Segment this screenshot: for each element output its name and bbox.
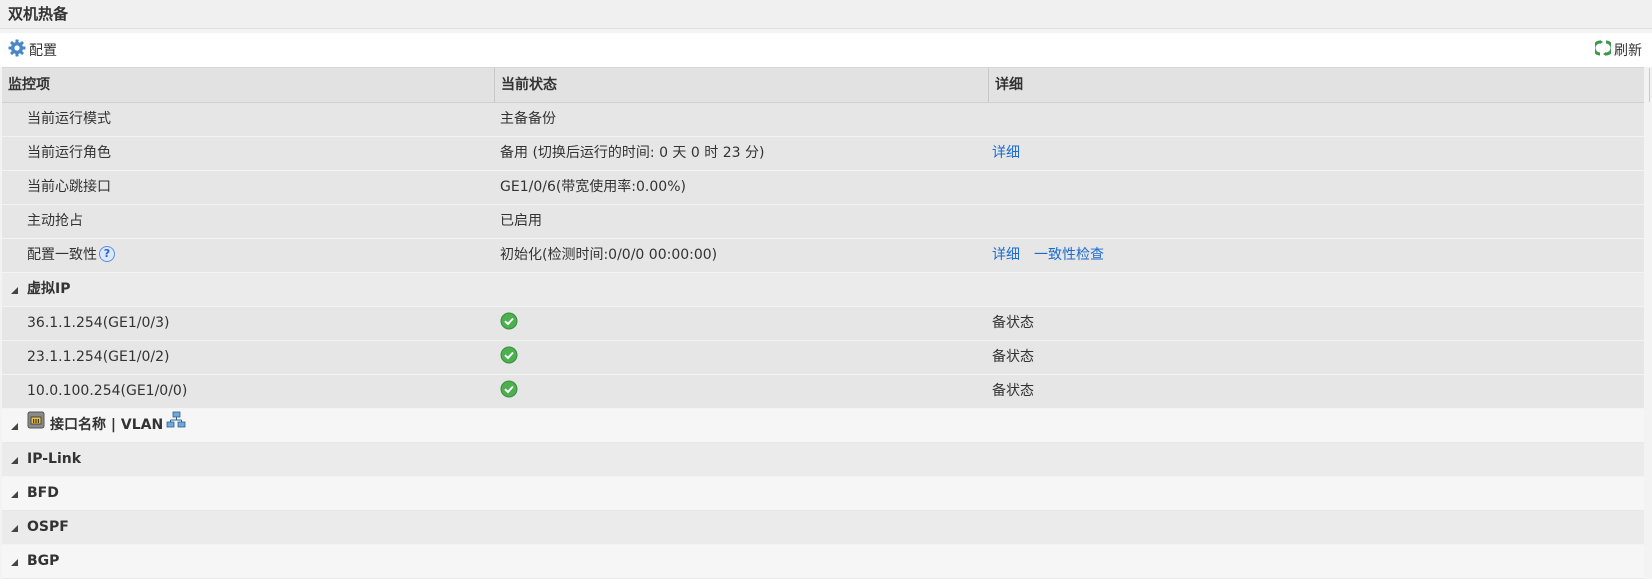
group-name: BGP [27, 553, 60, 569]
expand-arrow-icon[interactable] [11, 423, 18, 430]
group-row-interface[interactable]: 接口名称 | VLAN [2, 409, 1644, 443]
detail-link[interactable]: 详细 [992, 137, 1020, 170]
expand-arrow-icon[interactable] [11, 559, 18, 566]
page-title: 双机热备 [8, 5, 69, 23]
table-row: 36.1.1.254(GE1/0/3) 备状态 [2, 307, 1644, 341]
row-item-label: 当前运行角色 [27, 145, 111, 161]
title-bar: 双机热备 [0, 0, 1652, 29]
row-item-label: 当前心跳接口 [27, 179, 111, 195]
expand-arrow-icon[interactable] [11, 287, 18, 294]
expand-arrow-icon[interactable] [11, 525, 18, 532]
row-status-value: 备用 (切换后运行的时间: 0 天 0 时 23 分) [500, 145, 765, 161]
config-label: 配置 [29, 43, 57, 59]
table-row: 23.1.1.254(GE1/0/2) 备状态 [2, 341, 1644, 375]
column-header-detail[interactable]: 详细 [988, 68, 1650, 102]
column-header-status[interactable]: 当前状态 [494, 68, 987, 102]
row-item-cell: 配置一致性? [27, 239, 115, 272]
group-row-ospf[interactable]: OSPF [2, 511, 1644, 545]
table-row: 10.0.100.254(GE1/0/0) 备状态 [2, 375, 1644, 409]
monitor-table: 监控项 当前状态 详细 当前运行模式 主备备份 当前运行角色 备用 (切换后运行… [2, 67, 1650, 579]
row-item-label: 当前运行模式 [27, 111, 111, 127]
gear-icon [8, 39, 26, 61]
virtual-ip-value: 10.0.100.254(GE1/0/0) [27, 383, 188, 399]
column-header-item[interactable]: 监控项 [2, 68, 494, 102]
group-row-bfd[interactable]: BFD [2, 477, 1644, 511]
refresh-label: 刷新 [1614, 43, 1642, 59]
table-row: 当前运行角色 备用 (切换后运行的时间: 0 天 0 时 23 分) 详细 [2, 137, 1644, 171]
virtual-ip-value: 23.1.1.254(GE1/0/2) [27, 349, 170, 365]
row-status-value: 主备备份 [500, 111, 556, 127]
status-ok-icon [500, 341, 518, 374]
group-name: OSPF [27, 519, 69, 535]
table-row: 配置一致性? 初始化(检测时间:0/0/0 00:00:00) 详细 一致性检查 [2, 239, 1644, 273]
table-row: 当前运行模式 主备备份 [2, 103, 1644, 137]
interface-icon [27, 409, 45, 442]
row-status-value: GE1/0/6(带宽使用率:0.00%) [500, 179, 686, 195]
group-row-iplink[interactable]: IP-Link [2, 443, 1644, 477]
detail-link[interactable]: 详细 [992, 247, 1020, 263]
virtual-ip-value: 36.1.1.254(GE1/0/3) [27, 315, 170, 331]
row-item-label: 主动抢占 [27, 213, 83, 229]
group-name: 虚拟IP [27, 281, 71, 297]
row-status-value: 已启用 [500, 213, 542, 229]
status-ok-icon [500, 375, 518, 408]
row-item-label: 配置一致性 [27, 247, 97, 263]
config-button[interactable]: 配置 [8, 33, 57, 67]
refresh-button[interactable]: 刷新 [1592, 33, 1642, 67]
group-name: 接口名称 | VLAN [50, 417, 164, 433]
virtual-ip-detail: 备状态 [992, 315, 1034, 331]
virtual-ip-detail: 备状态 [992, 349, 1034, 365]
table-row: 当前心跳接口 GE1/0/6(带宽使用率:0.00%) [2, 171, 1644, 205]
row-detail-links: 详细 一致性检查 [992, 239, 1104, 272]
toolbar: 配置 刷新 [0, 33, 1652, 67]
network-icon [166, 409, 186, 442]
status-ok-icon [500, 307, 518, 340]
expand-arrow-icon[interactable] [11, 457, 18, 464]
expand-arrow-icon[interactable] [11, 491, 18, 498]
help-icon[interactable]: ? [99, 246, 115, 262]
table-header: 监控项 当前状态 详细 [2, 67, 1650, 103]
virtual-ip-detail: 备状态 [992, 383, 1034, 399]
consistency-check-link[interactable]: 一致性检查 [1034, 247, 1104, 263]
table-row: 主动抢占 已启用 [2, 205, 1644, 239]
group-name: BFD [27, 485, 59, 501]
group-row-bgp[interactable]: BGP [2, 545, 1644, 579]
row-status-value: 初始化(检测时间:0/0/0 00:00:00) [500, 247, 718, 263]
group-name: IP-Link [27, 451, 82, 467]
group-row-virtual-ip[interactable]: 虚拟IP [2, 273, 1644, 307]
group-name-wrap: 接口名称 | VLAN [27, 409, 186, 442]
refresh-icon [1592, 40, 1614, 60]
